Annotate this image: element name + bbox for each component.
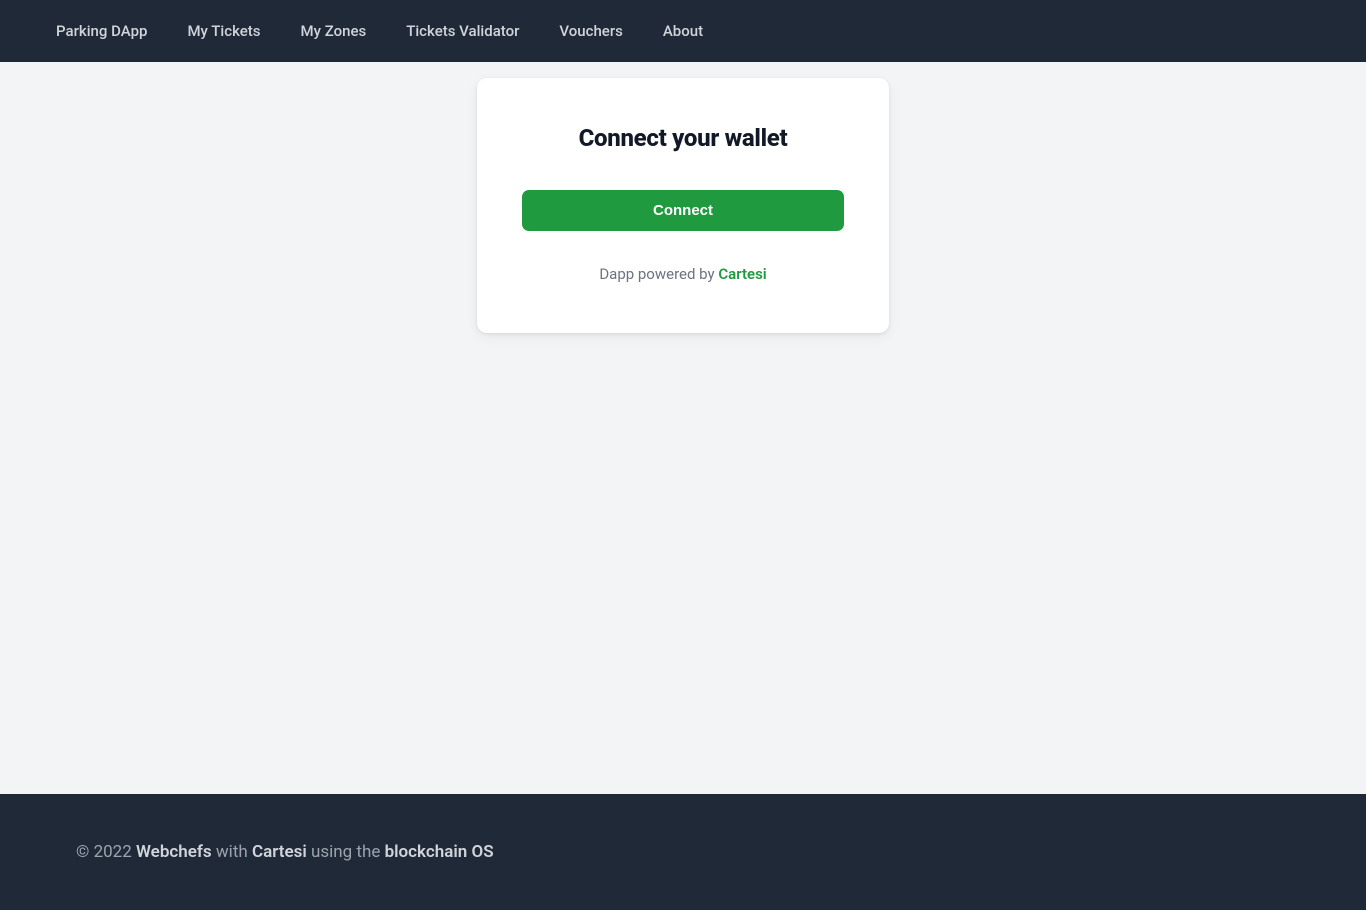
nav-item-tickets-validator[interactable]: Tickets Validator <box>386 12 539 50</box>
footer-blockchain-os: blockchain OS <box>385 842 494 862</box>
footer-cartesi: Cartesi <box>252 842 307 862</box>
powered-prefix: Dapp powered by <box>599 265 718 283</box>
footer-with: with <box>212 842 252 862</box>
footer: © 2022 Webchefs with Cartesi using the b… <box>0 794 1366 910</box>
nav-item-about[interactable]: About <box>643 12 723 50</box>
connect-wallet-card: Connect your wallet Connect Dapp powered… <box>477 78 889 333</box>
cartesi-link[interactable]: Cartesi <box>718 265 766 283</box>
navbar: Parking DApp My Tickets My Zones Tickets… <box>0 0 1366 62</box>
nav-item-my-tickets[interactable]: My Tickets <box>167 12 280 50</box>
card-title: Connect your wallet <box>522 124 844 152</box>
footer-using: using the <box>307 842 385 862</box>
nav-item-vouchers[interactable]: Vouchers <box>539 12 642 50</box>
main-content: Connect your wallet Connect Dapp powered… <box>0 62 1366 794</box>
footer-text: © 2022 Webchefs with Cartesi using the b… <box>76 842 1290 862</box>
footer-webchefs: Webchefs <box>136 842 212 862</box>
powered-by-text: Dapp powered by Cartesi <box>522 265 844 283</box>
connect-button[interactable]: Connect <box>522 190 844 231</box>
footer-copyright: © 2022 <box>76 842 136 862</box>
nav-item-my-zones[interactable]: My Zones <box>281 12 387 50</box>
nav-item-parking-dapp[interactable]: Parking DApp <box>36 12 167 50</box>
